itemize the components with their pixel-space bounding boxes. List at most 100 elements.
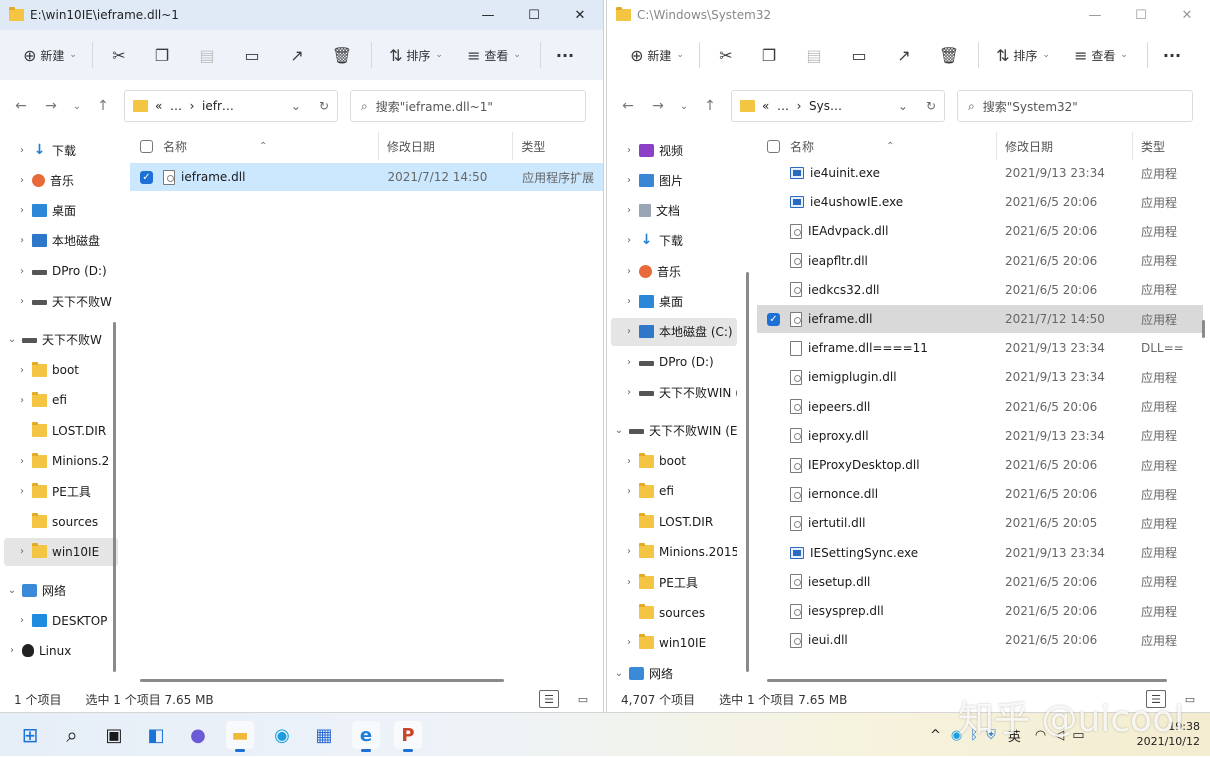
file-list-scrollbar[interactable] <box>1202 320 1205 338</box>
file-row[interactable]: iesetup.dll 2021/6/5 20:06 应用程 <box>757 568 1203 596</box>
minimize-button[interactable]: — <box>465 0 511 30</box>
wifi-icon[interactable]: ◠ <box>1035 728 1046 743</box>
maximize-button[interactable]: ☐ <box>511 0 557 30</box>
nav-item[interactable]: › 桌面 <box>4 197 118 225</box>
date-column-header[interactable]: 修改日期 <box>997 132 1133 160</box>
edge-tray-icon[interactable]: ◉ <box>951 728 962 743</box>
expand-chevron-icon[interactable]: › <box>621 296 637 307</box>
nav-item[interactable]: sources <box>4 508 118 536</box>
paste-button[interactable]: ▤ <box>185 38 229 72</box>
file-row[interactable]: ie4uinit.exe 2021/9/13 23:34 应用程 <box>757 159 1203 187</box>
show-hidden-icon[interactable]: ^ <box>930 728 941 743</box>
nav-item[interactable]: › 本地磁盘 (C:) <box>611 317 737 346</box>
refresh-icon[interactable]: ↻ <box>926 99 936 113</box>
nav-item[interactable]: ⌄ 天下不败W <box>4 326 118 354</box>
type-column-header[interactable]: 类型 <box>1133 132 1203 160</box>
nav-item[interactable]: › ↓ 下载 <box>4 136 118 164</box>
nav-item[interactable]: › efi <box>611 477 737 505</box>
select-all-checkbox[interactable] <box>140 139 153 153</box>
expand-chevron-icon[interactable]: › <box>621 546 637 557</box>
expand-chevron-icon[interactable]: › <box>621 235 637 246</box>
refresh-icon[interactable]: ↻ <box>319 99 329 113</box>
address-bar[interactable]: « … › Sys… ⌄ ↻ <box>731 90 945 122</box>
nav-item[interactable]: sources <box>611 599 737 627</box>
file-row[interactable]: IEAdvpack.dll 2021/6/5 20:06 应用程 <box>757 217 1203 245</box>
expand-chevron-icon[interactable]: › <box>621 205 637 216</box>
expand-chevron-icon[interactable]: ⌄ <box>611 668 627 679</box>
nav-item[interactable]: ⌄ 天下不败WIN (E <box>611 417 737 445</box>
expand-chevron-icon[interactable]: › <box>14 456 30 467</box>
expand-chevron-icon[interactable]: › <box>14 266 30 277</box>
expand-chevron-icon[interactable]: › <box>14 175 30 186</box>
expand-chevron-icon[interactable]: ⌄ <box>611 425 627 436</box>
title-bar[interactable]: C:\Windows\System32 — ☐ ✕ <box>607 0 1210 30</box>
nav-item[interactable]: › 本地磁盘 <box>4 227 118 255</box>
file-row[interactable]: ✓ ieframe.dll 2021/7/12 14:50 应用程 <box>757 305 1203 333</box>
nav-item[interactable]: › ↓ 下载 <box>611 227 737 255</box>
back-arrow-icon[interactable]: ← <box>6 98 36 114</box>
recent-chevron-icon[interactable]: ⌄ <box>66 101 88 112</box>
file-row[interactable]: iertutil.dll 2021/6/5 20:05 应用程 <box>757 509 1203 537</box>
edge-button[interactable]: ◉ <box>268 721 296 749</box>
sort-button[interactable]: ⇅ 排序 ⌄ <box>985 38 1061 72</box>
expand-chevron-icon[interactable]: › <box>4 645 20 656</box>
nav-item[interactable]: › 视频 <box>611 136 737 164</box>
file-row[interactable]: ieui.dll 2021/6/5 20:06 应用程 <box>757 626 1203 654</box>
tiles-view-icon[interactable]: ▭ <box>573 690 593 708</box>
title-bar[interactable]: E:\win10IE\ieframe.dll~1 — ☐ ✕ <box>0 0 603 30</box>
nav-item[interactable]: › 天下不败WIN ( <box>611 378 737 406</box>
volume-icon[interactable]: ◁ <box>1054 728 1064 743</box>
close-button[interactable]: ✕ <box>557 0 603 30</box>
security-icon[interactable]: ⛨ <box>986 728 996 743</box>
new-button[interactable]: ⊕ 新建 ⌄ <box>14 38 86 72</box>
internet-explorer-button[interactable]: e <box>352 721 380 752</box>
expand-chevron-icon[interactable]: › <box>621 637 637 648</box>
nav-item[interactable]: › DESKTOP <box>4 607 118 635</box>
file-row[interactable]: iedkcs32.dll 2021/6/5 20:06 应用程 <box>757 276 1203 304</box>
rename-button[interactable]: ▭ <box>229 38 275 72</box>
expand-chevron-icon[interactable]: › <box>14 296 30 307</box>
horizontal-scrollbar[interactable] <box>767 679 1167 682</box>
battery-icon[interactable]: ▭ <box>1072 728 1084 743</box>
nav-item[interactable]: › win10IE <box>611 629 737 657</box>
nav-item[interactable]: LOST.DIR <box>4 417 118 445</box>
nav-item[interactable]: › 图片 <box>611 166 737 194</box>
nav-item[interactable]: › boot <box>4 356 118 384</box>
details-view-icon[interactable]: ☰ <box>539 690 559 708</box>
expand-chevron-icon[interactable]: › <box>621 175 637 186</box>
file-row[interactable]: ie4ushowIE.exe 2021/6/5 20:06 应用程 <box>757 188 1203 216</box>
expand-chevron-icon[interactable]: › <box>14 365 30 376</box>
nav-item[interactable]: ⌄ 网络 <box>611 659 737 686</box>
nav-scrollbar[interactable] <box>113 322 116 672</box>
file-row[interactable]: ✓ ieframe.dll 2021/7/12 14:50 应用程序扩展 <box>130 163 603 191</box>
file-row[interactable]: IEProxyDesktop.dll 2021/6/5 20:06 应用程 <box>757 451 1203 479</box>
file-row[interactable]: iesysprep.dll 2021/6/5 20:06 应用程 <box>757 597 1203 625</box>
file-row[interactable]: iepeers.dll 2021/6/5 20:06 应用程 <box>757 393 1203 421</box>
expand-chevron-icon[interactable]: › <box>621 486 637 497</box>
expand-chevron-icon[interactable]: ⌄ <box>4 585 20 596</box>
nav-item[interactable]: › DPro (D:) <box>4 257 118 285</box>
select-all-checkbox[interactable] <box>767 139 780 153</box>
view-button[interactable]: ≡ 查看 ⌄ <box>454 38 534 72</box>
up-arrow-icon[interactable]: ↑ <box>88 98 118 114</box>
expand-chevron-icon[interactable]: ⌄ <box>4 334 20 345</box>
start-button[interactable]: ⊞ <box>16 721 44 749</box>
address-dropdown-icon[interactable]: ⌄ <box>898 99 908 113</box>
clock[interactable]: 19:38 2021/10/12 <box>1137 719 1200 749</box>
bluetooth-icon[interactable]: ᛒ <box>970 728 978 743</box>
sort-button[interactable]: ⇅ 排序 ⌄ <box>378 38 454 72</box>
nav-item[interactable]: › Minions.2015. <box>611 538 737 566</box>
name-column-header[interactable]: 名称 ⌃ <box>130 132 379 160</box>
new-button[interactable]: ⊕ 新建 ⌄ <box>621 38 693 72</box>
nav-scrollbar[interactable] <box>746 272 749 672</box>
nav-item[interactable]: › PE工具 <box>4 477 118 505</box>
file-row[interactable]: IESettingSync.exe 2021/9/13 23:34 应用程 <box>757 539 1203 567</box>
more-button[interactable]: ··· <box>1154 38 1190 72</box>
minimize-button[interactable]: — <box>1072 0 1118 30</box>
row-checkbox[interactable]: ✓ <box>767 312 780 326</box>
share-button[interactable]: ↗ <box>275 38 319 72</box>
nav-item[interactable]: ⌄ 网络 <box>4 576 118 604</box>
nav-item[interactable]: › 音乐 <box>4 166 118 194</box>
horizontal-scrollbar[interactable] <box>140 679 504 682</box>
nav-item[interactable]: › Minions.2 <box>4 447 118 475</box>
